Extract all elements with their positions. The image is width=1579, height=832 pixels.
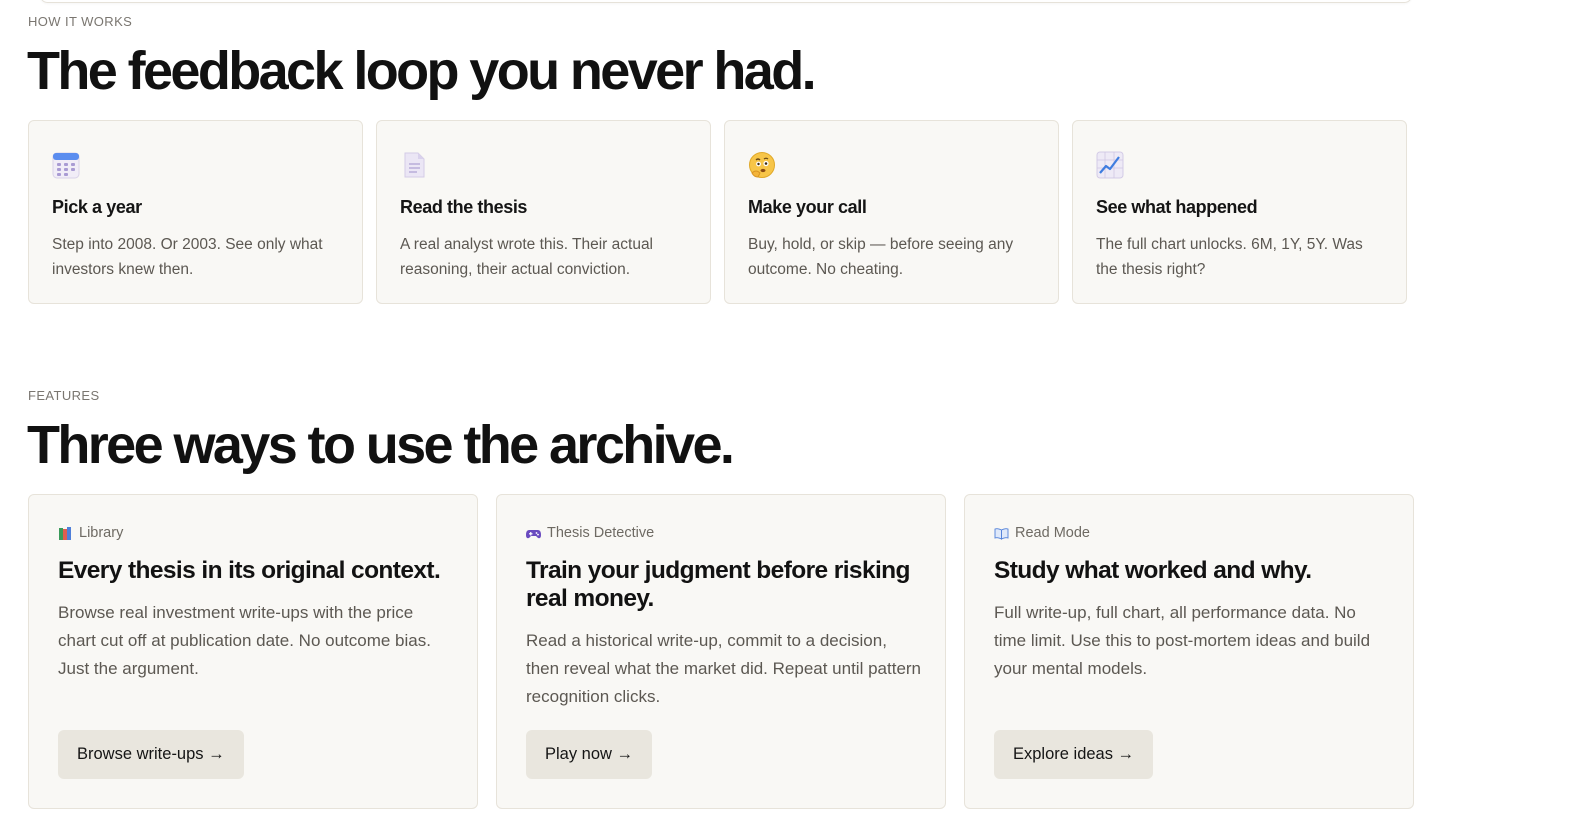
document-icon — [404, 152, 425, 178]
features-heading: Three ways to use the archive. — [27, 415, 735, 475]
step-card-read-thesis: Read the thesis A real analyst wrote thi… — [376, 120, 711, 304]
feature-title: Study what worked and why. — [994, 557, 1312, 584]
step-card-pick-year: Pick a year Step into 2008. Or 2003. See… — [28, 120, 363, 304]
browse-write-ups-button[interactable]: Browse write-ups → — [58, 730, 244, 779]
calendar-icon — [52, 152, 80, 179]
chart-increasing-icon — [1096, 151, 1124, 179]
feature-tag-label: Read Mode — [1015, 525, 1090, 541]
feature-title: Train your judgment before risking real … — [526, 557, 911, 612]
feature-description: Browse real investment write-ups with th… — [58, 603, 431, 678]
steps-row: Pick a year Step into 2008. Or 2003. See… — [28, 120, 1407, 304]
feature-title: Every thesis in its original context. — [58, 557, 441, 584]
previous-section-card-edge — [40, 0, 1412, 3]
feature-card-thesis-detective: Thesis Detective Train your judgment bef… — [496, 494, 946, 809]
feature-tag-label: Library — [79, 525, 124, 541]
how-it-works-eyebrow: HOW IT WORKS — [28, 14, 133, 29]
feature-tag: Read Mode — [994, 525, 1384, 541]
feature-card-library: Library Every thesis in its original con… — [28, 494, 478, 809]
step-card-see-what-happened: See what happened The full chart unlocks… — [1072, 120, 1407, 304]
features-row: Library Every thesis in its original con… — [28, 494, 1414, 809]
feature-description: Read a historical write-up, commit to a … — [526, 631, 922, 706]
step-description: Buy, hold, or skip — before seeing any o… — [748, 236, 1014, 278]
feature-tag: Thesis Detective — [526, 525, 916, 541]
step-title: Pick a year — [52, 197, 142, 217]
feature-description: Full write-up, full chart, all performan… — [994, 603, 1371, 678]
feature-tag: Library — [58, 525, 448, 541]
step-description: A real analyst wrote this. Their actual … — [400, 236, 654, 278]
explore-ideas-button[interactable]: Explore ideas → — [994, 730, 1154, 779]
play-now-button[interactable]: Play now → — [526, 730, 653, 779]
how-it-works-heading: The feedback loop you never had. — [27, 41, 817, 101]
books-icon — [59, 526, 71, 540]
thinking-face-icon — [749, 152, 775, 178]
feature-card-read-mode: Read Mode Study what worked and why. Ful… — [964, 494, 1414, 809]
step-title: See what happened — [1096, 197, 1258, 217]
open-book-icon — [994, 527, 1009, 540]
step-title: Read the thesis — [400, 197, 528, 217]
feature-tag-label: Thesis Detective — [547, 525, 655, 541]
features-eyebrow: FEATURES — [28, 388, 100, 403]
game-controller-icon — [526, 529, 541, 538]
step-description: Step into 2008. Or 2003. See only what i… — [52, 236, 323, 278]
step-description: The full chart unlocks. 6M, 1Y, 5Y. Was … — [1096, 236, 1363, 278]
step-card-make-call: Make your call Buy, hold, or skip — befo… — [724, 120, 1059, 304]
step-title: Make your call — [748, 197, 867, 217]
